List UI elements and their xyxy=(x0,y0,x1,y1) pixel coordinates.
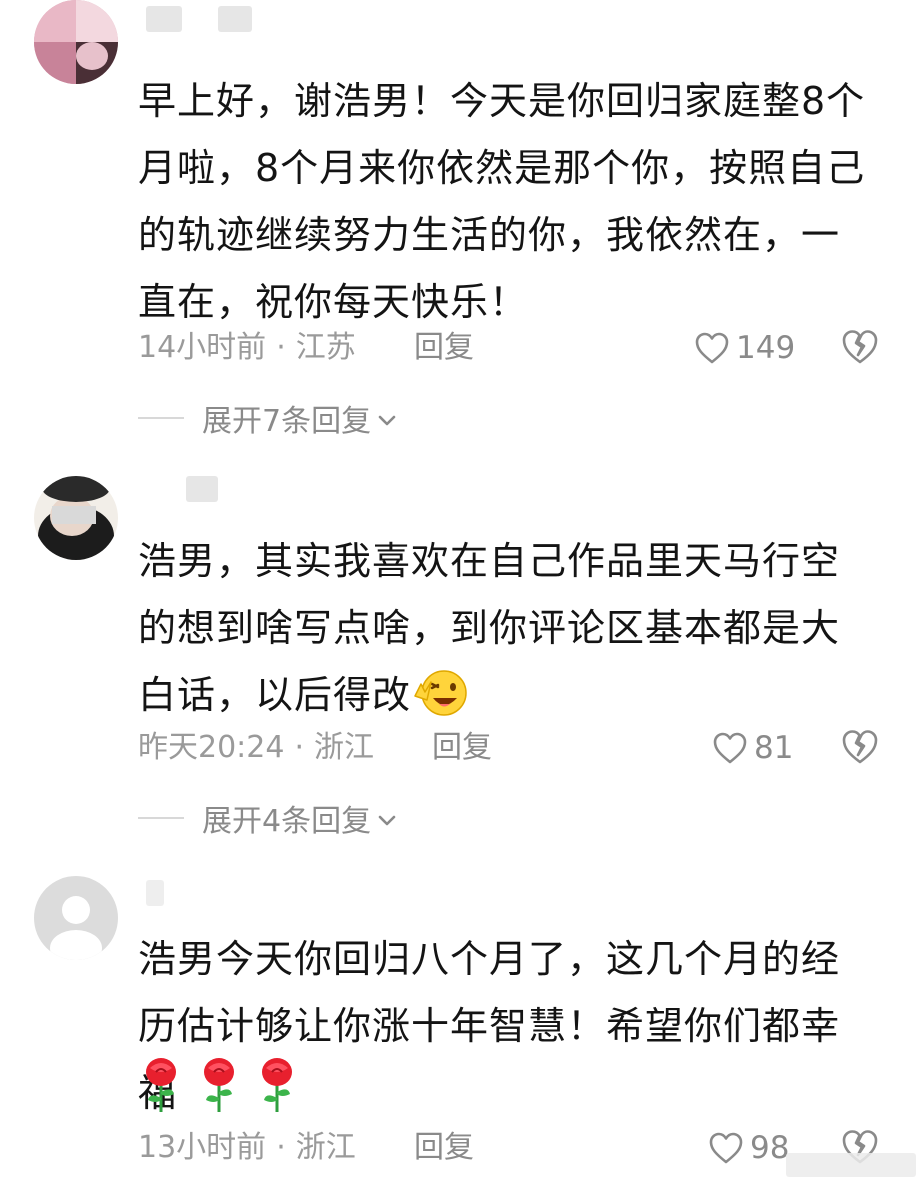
comment-location: 浙江 xyxy=(314,730,375,765)
comment-text-content: 浩男，其实我喜欢在自己作品里天马行空的想到啥写点啥，到你评论区基本都是大白话，以… xyxy=(138,539,841,717)
reply-button[interactable]: 回复 xyxy=(432,726,492,770)
rose-emoji-row xyxy=(140,1056,298,1116)
reply-button[interactable]: 回复 xyxy=(414,1126,474,1170)
reply-button[interactable]: 回复 xyxy=(414,326,474,370)
comment-time: 昨天20:24 xyxy=(138,730,285,765)
chevron-down-icon xyxy=(377,401,397,436)
like-button[interactable]: 149 xyxy=(694,326,795,370)
meta-separator: · xyxy=(276,1130,286,1165)
expand-replies-button[interactable]: 展开7条回复 xyxy=(138,396,397,440)
expand-divider xyxy=(138,817,184,819)
like-count: 98 xyxy=(750,1130,790,1166)
username-redacted[interactable] xyxy=(140,0,260,34)
chevron-down-icon xyxy=(377,801,397,836)
comment-item: 浩男，其实我喜欢在自己作品里天马行空的想到啥写点啥，到你评论区基本都是大白话，以… xyxy=(0,470,922,870)
comment-text: 早上好，谢浩男！今天是你回归家庭整8个月啦，8个月来你依然是那个你，按照自己的轨… xyxy=(138,79,866,324)
comment-text: 浩男，其实我喜欢在自己作品里天马行空的想到啥写点啥，到你评论区基本都是大白话，以… xyxy=(138,528,878,739)
username-redacted[interactable] xyxy=(140,874,260,908)
comment-meta: 昨天20:24 · 浙江 xyxy=(138,726,374,770)
expand-label: 展开4条回复 xyxy=(202,804,372,839)
comment-meta: 13小时前 · 浙江 xyxy=(138,1126,356,1170)
like-button[interactable]: 98 xyxy=(708,1126,789,1170)
expand-divider xyxy=(138,417,184,419)
expand-replies-button[interactable]: 展开4条回复 xyxy=(138,796,397,840)
comment-time: 13小时前 xyxy=(138,1130,267,1165)
heart-outline-icon xyxy=(708,1131,744,1165)
watermark xyxy=(786,1153,916,1177)
rose-emoji xyxy=(256,1056,298,1116)
meta-separator: · xyxy=(294,730,305,765)
avatar[interactable] xyxy=(34,0,118,84)
rose-emoji xyxy=(198,1056,240,1116)
comment-item: 早上好，谢浩男！今天是你回归家庭整8个月啦，8个月来你依然是那个你，按照自己的轨… xyxy=(0,0,922,460)
comment-location: 浙江 xyxy=(295,1130,356,1165)
heart-outline-icon xyxy=(712,731,748,765)
like-count: 149 xyxy=(736,330,796,366)
broken-heart-icon[interactable] xyxy=(840,328,880,368)
comment-time: 14小时前 xyxy=(138,330,267,365)
rose-emoji xyxy=(140,1056,182,1116)
meta-separator: · xyxy=(276,330,286,365)
comment-meta: 14小时前 · 江苏 xyxy=(138,326,356,370)
expand-label: 展开7条回复 xyxy=(202,404,372,439)
comment-list: 早上好，谢浩男！今天是你回归家庭整8个月啦，8个月来你依然是那个你，按照自己的轨… xyxy=(0,0,922,1193)
like-count: 81 xyxy=(754,730,794,766)
comment-item: 浩男今天你回归八个月了，这几个月的经历估计够让你涨十年智慧！希望你们都幸福 13… xyxy=(0,874,922,1193)
heart-outline-icon xyxy=(694,331,730,365)
comment-location: 江苏 xyxy=(295,330,356,365)
broken-heart-icon[interactable] xyxy=(840,728,880,768)
avatar[interactable] xyxy=(34,476,118,560)
avatar[interactable] xyxy=(34,876,118,960)
like-button[interactable]: 81 xyxy=(712,726,793,770)
username-redacted[interactable] xyxy=(140,470,260,504)
